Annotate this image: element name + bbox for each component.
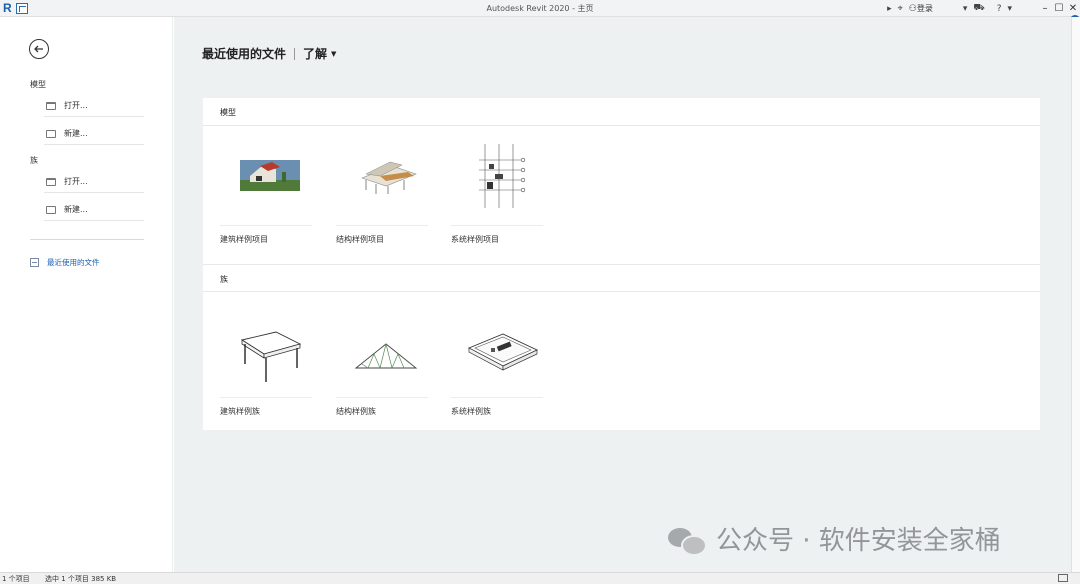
title-bar: R Autodesk Revit 2020 - 主页 ▸ ⌖ ⚇ 登录 ▾ ⛟ … — [0, 0, 1080, 17]
collapse-arrow-icon[interactable]: ▸ — [887, 4, 892, 14]
house-render-thumbnail — [220, 136, 312, 226]
family-new-button[interactable]: 新建... — [44, 199, 144, 221]
cart-icon[interactable]: ⛟ — [973, 3, 984, 14]
tab-learn[interactable]: 了解 — [303, 45, 327, 62]
wechat-logo-icon — [668, 524, 708, 556]
status-bar: 1 个项目 选中 1 个项目 385 KB — [0, 572, 1080, 584]
family-heading: 族 — [30, 156, 38, 165]
model-tile-label: 建筑样例项目 — [220, 235, 268, 244]
recent-files-label: 最近使用的文件 — [47, 258, 100, 267]
model-tile-label: 系统样例项目 — [451, 235, 499, 244]
model-heading: 模型 — [30, 80, 46, 89]
back-button[interactable] — [29, 39, 49, 59]
minimize-icon[interactable]: – — [1038, 3, 1052, 14]
sign-in-button[interactable]: ⚇ 登录 — [909, 3, 933, 14]
model-open-label: 打开... — [64, 101, 88, 110]
sign-in-label: 登录 — [916, 4, 933, 13]
watermark: 公众号 · 软件安装全家桶 — [668, 520, 1001, 557]
new-file-icon — [46, 205, 56, 214]
model-new-label: 新建... — [64, 129, 88, 138]
vertical-scrollbar[interactable] — [1071, 17, 1080, 572]
model-tile-system[interactable]: 系统样例项目 — [451, 136, 543, 248]
models-section-title: 模型 — [220, 108, 236, 117]
model-tile-architecture[interactable]: 建筑样例项目 — [220, 136, 312, 248]
chevron-down-icon[interactable]: ▼ — [331, 50, 336, 58]
model-tile-label: 结构样例项目 — [336, 235, 384, 244]
dropdown-caret-icon[interactable]: ▾ — [963, 4, 968, 14]
watermark-text: 公众号 · 软件安装全家桶 — [716, 526, 1001, 556]
sidebar: 模型 打开... 新建... 族 打开... 新建... 最近使用的文件 — [0, 17, 173, 572]
family-tile-label: 结构样例族 — [336, 407, 376, 416]
back-arrow-icon — [34, 45, 43, 53]
new-file-icon — [46, 129, 56, 138]
status-item-count: 1 个项目 — [2, 575, 30, 583]
family-open-label: 打开... — [64, 177, 88, 186]
family-tile-label: 建筑样例族 — [220, 407, 260, 416]
page-title[interactable]: 最近使用的文件 — [202, 45, 286, 62]
status-selection: 选中 1 个项目 385 KB — [45, 575, 117, 583]
help-icon[interactable]: ? — [997, 4, 1002, 14]
truss-thumbnail — [336, 308, 428, 398]
folder-open-icon — [46, 177, 56, 186]
title-bar-controls: ▸ ⌖ ⚇ 登录 ▾ ⛟ ? ▾ – ☐ ✕ — [881, 1, 1080, 16]
header-divider — [294, 47, 296, 60]
families-section-title: 族 — [220, 275, 228, 284]
structure-model-thumbnail — [336, 136, 428, 226]
model-new-button[interactable]: 新建... — [44, 123, 144, 145]
help-caret-icon[interactable]: ▾ — [1007, 4, 1012, 14]
close-icon[interactable]: ✕ — [1066, 3, 1080, 14]
main-panel: 最近使用的文件 了解 ▼ 模型 建筑样例项目 结构样例项目 系统样例项目 族 建… — [174, 17, 1071, 572]
families-section-header: 族 — [203, 264, 1040, 292]
family-tile-label: 系统样例族 — [451, 407, 491, 416]
family-tile-architecture[interactable]: 建筑样例族 — [220, 308, 312, 420]
model-tile-structure[interactable]: 结构样例项目 — [336, 136, 428, 248]
view-toggle-icon[interactable] — [1058, 574, 1068, 582]
family-open-button[interactable]: 打开... — [44, 171, 144, 193]
main-header: 最近使用的文件 了解 ▼ — [202, 45, 336, 62]
tray-thumbnail — [451, 308, 543, 398]
model-open-button[interactable]: 打开... — [44, 95, 144, 117]
system-section-thumbnail — [451, 136, 543, 226]
maximize-icon[interactable]: ☐ — [1052, 3, 1066, 14]
recent-files-link[interactable]: 最近使用的文件 — [30, 257, 100, 268]
recent-files-icon — [30, 258, 39, 267]
content-card: 模型 建筑样例项目 结构样例项目 系统样例项目 族 建筑样例族 结构样例族 系统… — [203, 98, 1040, 430]
folder-open-icon — [46, 101, 56, 110]
table-thumbnail — [220, 308, 312, 398]
sidebar-divider — [30, 239, 144, 240]
binoculars-icon[interactable]: ⌖ — [898, 4, 903, 14]
user-icon: ⚇ — [908, 3, 917, 14]
models-section-header: 模型 — [203, 98, 1040, 126]
family-new-label: 新建... — [64, 205, 88, 214]
family-tile-structure[interactable]: 结构样例族 — [336, 308, 428, 420]
family-tile-system[interactable]: 系统样例族 — [451, 308, 543, 420]
